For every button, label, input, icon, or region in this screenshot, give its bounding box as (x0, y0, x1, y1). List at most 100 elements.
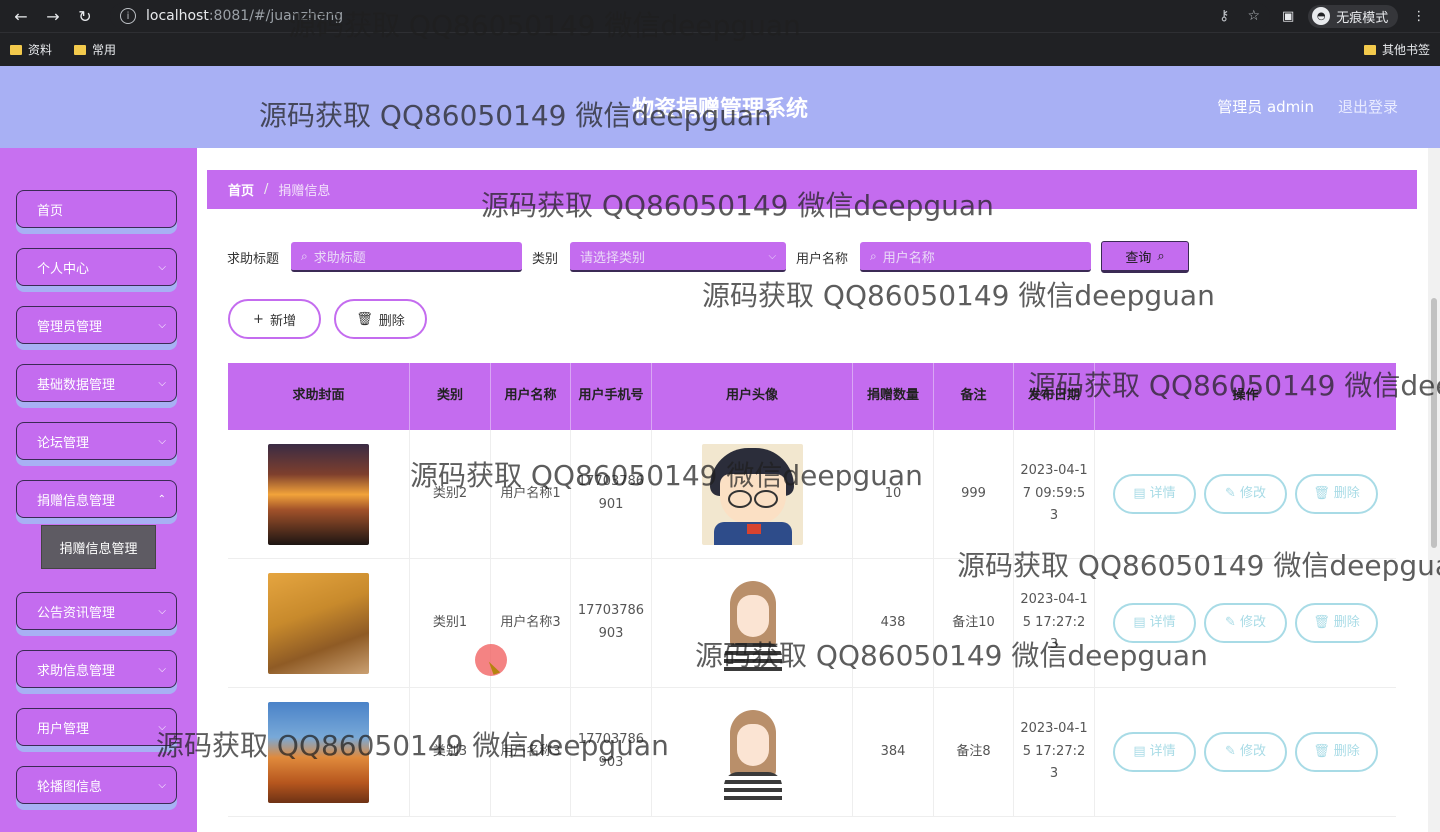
incognito-badge[interactable]: ◓ 无痕模式 (1308, 4, 1399, 28)
delete-button[interactable]: 🗑 删除 (1295, 474, 1378, 514)
key-icon[interactable]: ⚷ (1219, 8, 1229, 24)
column-header: 操作 (1232, 388, 1259, 404)
edit-label: 修改 (1239, 614, 1266, 630)
page-scrollbar[interactable] (1428, 148, 1440, 832)
sidebar-item-profile[interactable]: 个人中心 ⌵ (16, 248, 177, 286)
sidebar-item-label: 个人中心 (37, 261, 90, 277)
title-search-placeholder: 求助标题 (313, 250, 366, 266)
bookmark-folder[interactable]: 常用 (74, 41, 116, 58)
column-header: 捐赠数量 (853, 363, 934, 430)
main-content: 首页 / 捐赠信息 求助标题 ⌕ 求助标题 类别 请选择类别 ⌵ 用户名称 ⌕ … (197, 148, 1440, 832)
logout-link[interactable]: 退出登录 (1338, 96, 1398, 117)
sidebar-item-help[interactable]: 求助信息管理 ⌵ (16, 650, 177, 688)
scrollbar-thumb[interactable] (1431, 298, 1437, 548)
sidebar-item-home[interactable]: 首页 (16, 190, 177, 228)
title-search-input[interactable]: ⌕ 求助标题 (291, 242, 523, 272)
star-icon[interactable]: ☆ (1247, 8, 1260, 24)
avatar (701, 572, 803, 674)
avatar (701, 443, 803, 545)
edit-label: 修改 (1239, 485, 1266, 501)
quantity-cell: 10 (853, 430, 934, 558)
quantity-cell: 438 (853, 559, 934, 687)
action-bar: + 新增 🗑 删除 (228, 299, 427, 339)
sidebar-item-forum[interactable]: 论坛管理 ⌵ (16, 422, 177, 460)
admin-label: 管理员 admin (1217, 98, 1314, 116)
chevron-down-icon: ⌵ (158, 663, 166, 675)
sidebar-item-label: 捐赠信息管理 (37, 493, 116, 509)
avatar-cell (652, 559, 853, 687)
folder-icon (10, 44, 22, 55)
browser-toolbar: ← → ↻ i localhost :8081/#/juanzheng ⚷ ☆ … (0, 0, 1440, 32)
menu-icon[interactable]: ⋮ (1412, 9, 1425, 24)
sidepanel-icon[interactable]: ▣ (1282, 9, 1294, 24)
edit-button[interactable]: ✎ 修改 (1204, 732, 1287, 772)
sidebar-item-label: 首页 (37, 203, 64, 219)
table-row: 类别1 用户名称3 17703786903 438 备注10 2023-04-1… (228, 559, 1396, 688)
detail-button[interactable]: ▤ 详情 (1113, 474, 1196, 514)
detail-label: 详情 (1149, 485, 1176, 501)
sidebar-item-users[interactable]: 用户管理 ⌵ (16, 708, 177, 746)
address-bar[interactable]: i localhost :8081/#/juanzheng ⚷ ☆ (110, 3, 1270, 29)
delete-button[interactable]: 🗑 删除 (1295, 603, 1378, 643)
query-button[interactable]: 查询 ⌕ (1101, 241, 1190, 273)
bookmark-label: 其他书签 (1381, 43, 1430, 57)
category-select[interactable]: 请选择类别 ⌵ (570, 242, 787, 272)
operations-cell: ▤ 详情 ✎ 修改 🗑 删除 (1095, 430, 1396, 558)
bookmark-label: 常用 (92, 43, 117, 57)
batch-delete-button[interactable]: 🗑 删除 (334, 299, 427, 339)
incognito-label: 无痕模式 (1336, 10, 1389, 26)
operations-cell: ▤ 详情 ✎ 修改 🗑 删除 (1095, 559, 1396, 687)
delete-button[interactable]: 🗑 删除 (1295, 732, 1378, 772)
back-icon[interactable]: ← (8, 3, 34, 29)
sidebar-item-carousel[interactable]: 轮播图信息 ⌵ (16, 766, 177, 804)
chevron-down-icon: ⌵ (158, 261, 166, 273)
sidebar-item-label: 基础数据管理 (37, 377, 116, 393)
remark-cell: 999 (934, 430, 1014, 558)
trash-icon: 🗑 (1313, 743, 1330, 759)
sidebar-item-admins[interactable]: 管理员管理 ⌵ (16, 306, 177, 344)
query-button-label: 查询 (1125, 250, 1152, 266)
username-search-input[interactable]: ⌕ 用户名称 (860, 242, 1092, 272)
sidebar-item-label: 论坛管理 (37, 435, 90, 451)
search-bar: 求助标题 ⌕ 求助标题 类别 请选择类别 ⌵ 用户名称 ⌕ 用户名称 查询 ⌕ (227, 240, 1190, 274)
avatar-cell (652, 688, 853, 816)
edit-button[interactable]: ✎ 修改 (1204, 603, 1287, 643)
edit-icon: ✎ (1225, 614, 1236, 630)
other-bookmarks[interactable]: 其他书签 (1363, 41, 1430, 58)
document-icon: ▤ (1133, 743, 1146, 759)
search-icon: ⌕ (1157, 248, 1165, 264)
table-header: 求助封面 类别 用户名称 用户手机号 用户头像 捐赠数量 备注 发布日期 操作 (228, 363, 1396, 430)
detail-button[interactable]: ▤ 详情 (1113, 732, 1196, 772)
chevron-down-icon: ⌵ (158, 721, 166, 733)
table-row: 类别3 用户名称3 17703786903 384 备注8 2023-04-15… (228, 688, 1396, 817)
quantity-cell: 384 (853, 688, 934, 816)
edit-button[interactable]: ✎ 修改 (1204, 474, 1287, 514)
avatar-cell (652, 430, 853, 558)
sidebar-item-basic-data[interactable]: 基础数据管理 ⌵ (16, 364, 177, 402)
trash-icon: 🗑 (1313, 485, 1330, 501)
reload-icon[interactable]: ↻ (72, 3, 98, 29)
bookmark-folder[interactable]: 资料 (10, 41, 52, 58)
breadcrumb-home[interactable]: 首页 (228, 180, 254, 199)
date-cell: 2023-04-17 09:59:53 (1014, 430, 1095, 558)
column-header: 用户名称 (491, 363, 571, 430)
sidebar-item-news[interactable]: 公告资讯管理 ⌵ (16, 592, 177, 630)
sidebar-item-donations[interactable]: 捐赠信息管理 ⌃ (16, 480, 177, 518)
submenu-item-donations[interactable]: 捐赠信息管理 (41, 525, 156, 569)
forward-icon[interactable]: → (40, 3, 66, 29)
site-info-icon[interactable]: i (120, 8, 136, 24)
chevron-down-icon: ⌵ (158, 377, 166, 389)
category-cell: 类别2 (410, 430, 491, 558)
date-cell: 2023-04-15 17:27:23 (1014, 688, 1095, 816)
detail-label: 详情 (1149, 614, 1176, 630)
search-icon: ⌕ (301, 248, 308, 263)
add-button[interactable]: + 新增 (228, 299, 321, 339)
cover-cell (228, 430, 410, 558)
add-button-label: 新增 (269, 313, 296, 329)
detail-button[interactable]: ▤ 详情 (1113, 603, 1196, 643)
document-icon: ▤ (1133, 485, 1146, 501)
document-icon: ▤ (1133, 614, 1146, 630)
column-header: 类别 (410, 363, 491, 430)
chevron-down-icon: ⌵ (768, 250, 777, 262)
search-icon: ⌕ (870, 248, 877, 263)
